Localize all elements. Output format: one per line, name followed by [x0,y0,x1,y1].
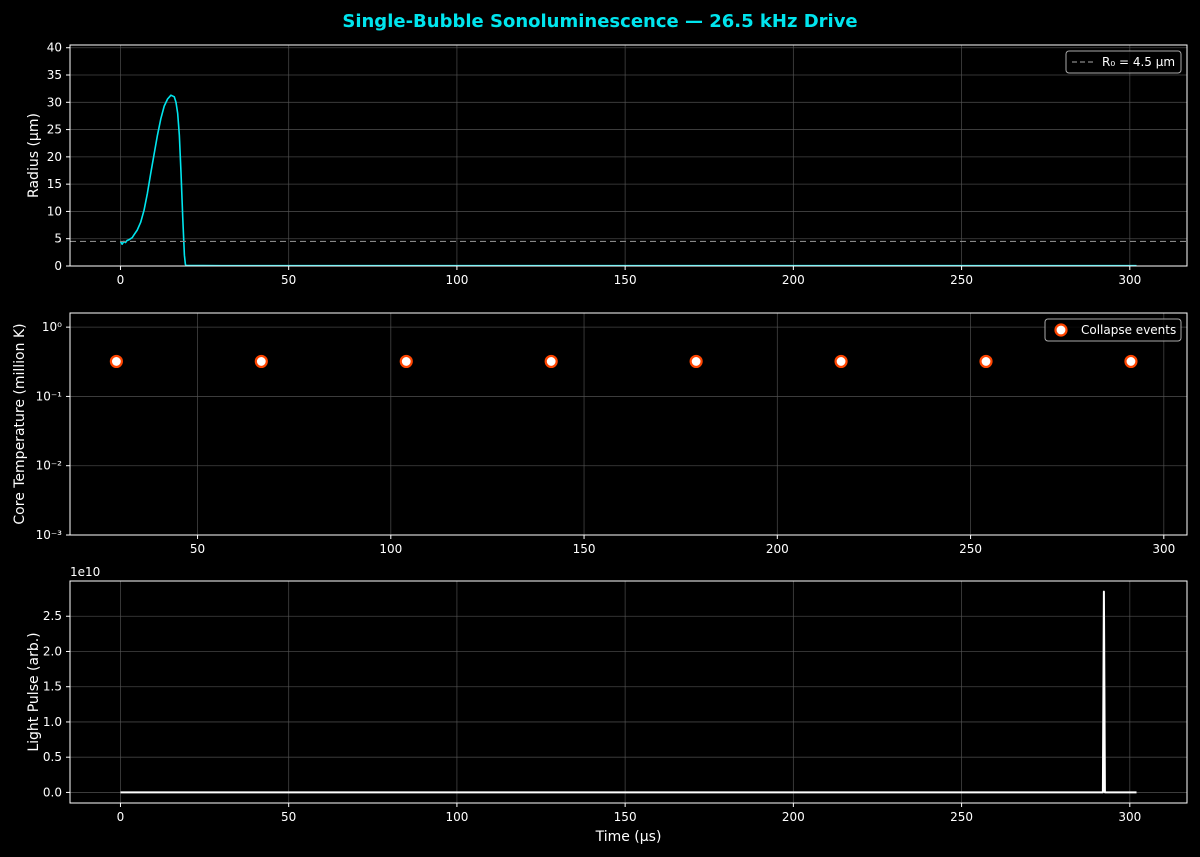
scatter-point [689,354,703,369]
x-tick-label: 100 [379,542,402,556]
y-tick-label: 10⁰ [42,320,62,334]
x-tick-label: 300 [1118,273,1141,287]
axes-frame [69,580,1188,804]
x-tick-label: 300 [1152,542,1175,556]
scatter-point [834,354,848,369]
axes-3: 0 50 100 150 200 250 300 0.0 0.5 1.0 1.5 2.0 2.5Ligh… [26,565,1188,845]
y-tick-label: 40 [47,41,62,55]
y-tick-label: 1.0 [43,715,62,729]
axes-2: 50 100 150 200 250 300 10⁻³ 10⁻² 10⁻¹ 10⁰ Core Tem… [12,312,1188,556]
x-tick-label: 300 [1118,810,1141,824]
y-tick-label: 35 [47,68,62,82]
y-tick-label: 20 [47,150,62,164]
y-axis-label: Core Temperature (million K) [12,323,28,524]
y-tick-label: 0.5 [43,750,62,764]
x-tick-label: 150 [614,810,637,824]
legend-label: R₀ = 4.5 μm [1102,55,1175,69]
y-tick-label: 0 [54,259,62,273]
y-tick-label: 10 [47,204,62,218]
legend: Collapse events [1044,318,1182,342]
x-tick-label: 200 [782,273,805,287]
axes-frame [69,44,1188,267]
x-tick-label: 250 [950,273,973,287]
legend-marker [1054,323,1068,337]
y-tick-label: 2.5 [43,609,62,623]
x-tick-label: 200 [766,542,789,556]
x-tick-label: 200 [782,810,805,824]
y-tick-label: 15 [47,177,62,191]
x-tick-label: 100 [445,810,468,824]
y-axis-label: Light Pulse (arb.) [26,632,42,751]
legend-label: Collapse events [1081,323,1176,337]
scatter-point [544,354,558,369]
scatter-point [399,354,413,369]
x-tick-label: 50 [281,810,296,824]
series-line [119,94,1137,266]
scatter-point [254,354,268,369]
y-tick-label: 10⁻² [36,459,63,473]
axes-1: 0 50 100 150 200 250 300 0 5 10 15 20 25 30 35 40 Radius… [26,41,1188,287]
axis-offset-label: 1e10 [70,565,100,579]
series-group [109,354,1138,369]
y-tick-label: 10⁻³ [36,528,63,542]
x-tick-label: 0 [117,273,125,287]
y-tick-label: 30 [47,95,62,109]
y-tick-label: 2.0 [43,644,62,658]
legend: R₀ = 4.5 μm [1065,50,1182,74]
scatter-point [109,354,123,369]
series-group [120,590,1137,794]
x-tick-label: 150 [573,542,596,556]
y-tick-label: 1.5 [43,680,62,694]
y-tick-label: 10⁻¹ [36,389,63,403]
axes-frame [69,312,1188,536]
y-tick-label: 0.0 [43,785,62,799]
x-tick-label: 100 [445,273,468,287]
x-tick-label: 0 [117,810,125,824]
scatter-point [979,354,993,369]
scatter-point [1124,354,1138,369]
series-group [70,94,1187,266]
x-tick-label: 50 [281,273,296,287]
y-axis-label: Radius (μm) [26,113,42,198]
y-tick-label: 25 [47,123,62,137]
x-tick-label: 150 [614,273,637,287]
series-line [120,590,1137,794]
x-tick-label: 250 [950,810,973,824]
x-axis-label: Time (μs) [595,829,662,845]
x-tick-label: 250 [959,542,982,556]
x-tick-label: 50 [190,542,205,556]
figure: Single-Bubble Sonoluminescence — 26.5 kH… [0,0,1200,857]
plot-canvas: 0 50 100 150 200 250 300 0 5 10 15 20 25 30 35 40 Radius… [12,41,1188,845]
y-tick-label: 5 [54,232,62,246]
